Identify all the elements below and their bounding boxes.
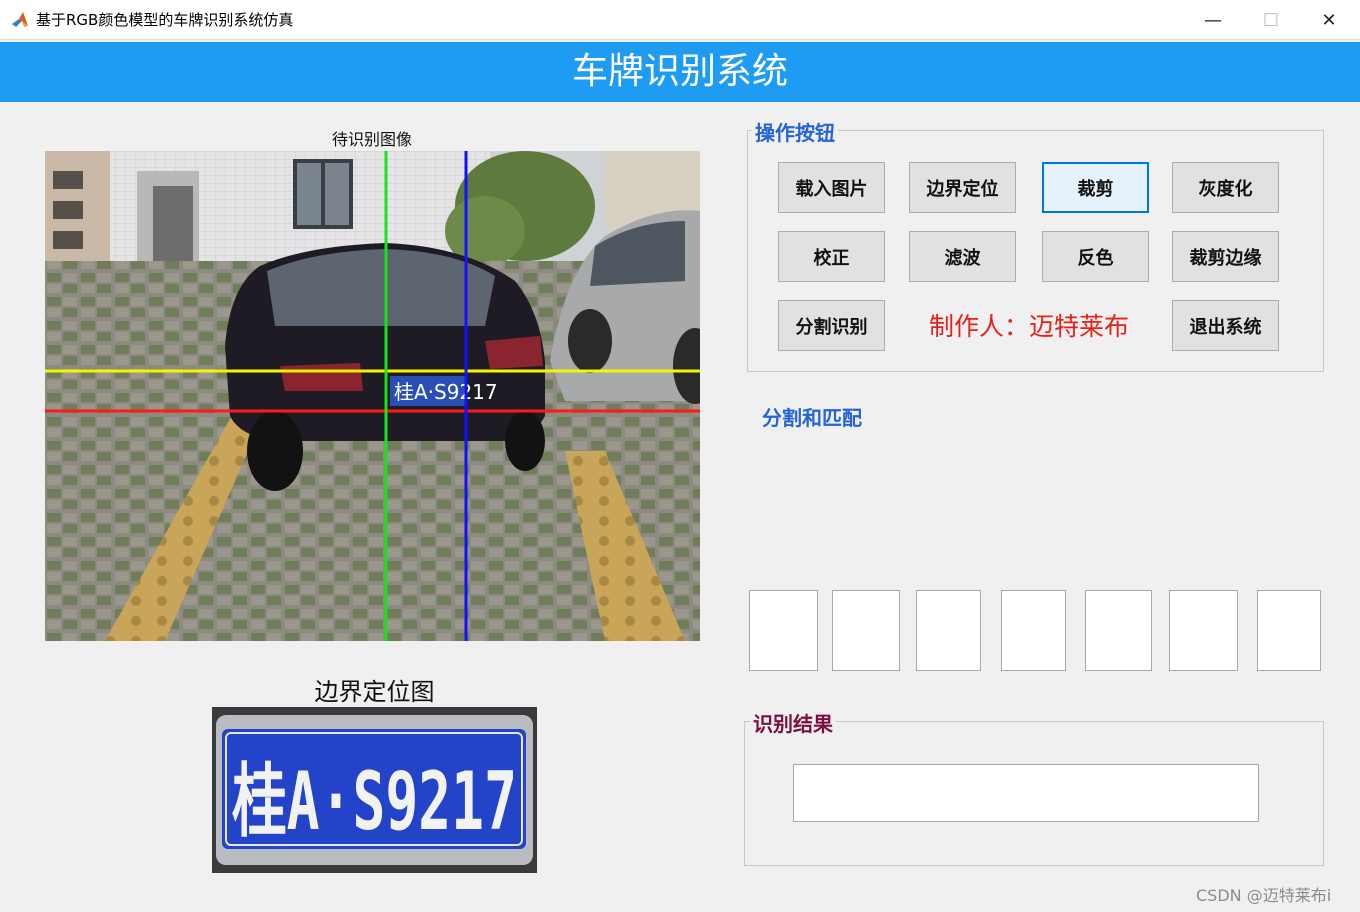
minimize-button[interactable]: — <box>1184 0 1242 40</box>
close-button[interactable]: ✕ <box>1300 0 1358 40</box>
banner-title: 车牌识别系统 <box>571 51 788 92</box>
grayscale-button[interactable]: 灰度化 <box>1172 162 1279 213</box>
plate-image: 桂A·S9217 <box>212 707 537 873</box>
char-box-3 <box>916 590 981 671</box>
char-box-5 <box>1085 590 1152 671</box>
maker-label: 制作人：迈特莱布 <box>928 312 1129 341</box>
plate-text: 桂A·S9217 <box>232 755 517 848</box>
matlab-icon <box>12 12 28 27</box>
maximize-icon: ☐ <box>1262 9 1280 31</box>
plate-image-caption: 边界定位图 <box>314 678 435 706</box>
car-image: 桂A·S9217 <box>45 151 700 641</box>
load-image-button[interactable]: 载入图片 <box>778 162 885 213</box>
char-box-7 <box>1257 590 1321 671</box>
crop-button[interactable]: 裁剪 <box>1042 162 1149 213</box>
watermark: CSDN @迈特莱布i <box>1196 886 1332 905</box>
maximize-button[interactable]: ☐ <box>1242 0 1300 40</box>
segmentation-title: 分割和匹配 <box>762 406 862 430</box>
segment-recognize-button[interactable]: 分割识别 <box>778 300 885 351</box>
char-box-6 <box>1169 590 1238 671</box>
exit-button[interactable]: 退出系统 <box>1172 300 1279 351</box>
minimize-icon: — <box>1204 9 1222 31</box>
char-box-2 <box>832 590 900 671</box>
result-title: 识别结果 <box>750 708 836 737</box>
app-banner: 车牌识别系统 <box>0 42 1360 102</box>
locate-button[interactable]: 边界定位 <box>909 162 1016 213</box>
close-icon: ✕ <box>1321 9 1337 31</box>
char-box-4 <box>1001 590 1066 671</box>
char-box-1 <box>749 590 818 671</box>
crop-edge-button[interactable]: 裁剪边缘 <box>1172 231 1279 282</box>
filter-button[interactable]: 滤波 <box>909 231 1016 282</box>
car-plate-text: 桂A·S9217 <box>394 380 498 404</box>
window-titlebar: 基于RGB颜色模型的车牌识别系统仿真 — ☐ ✕ <box>0 0 1360 40</box>
correct-button[interactable]: 校正 <box>778 231 885 282</box>
invert-button[interactable]: 反色 <box>1042 231 1149 282</box>
result-field[interactable] <box>793 764 1259 822</box>
operations-title: 操作按钮 <box>752 117 838 146</box>
main-image-caption: 待识别图像 <box>331 130 412 149</box>
window-title: 基于RGB颜色模型的车牌识别系统仿真 <box>36 11 294 29</box>
